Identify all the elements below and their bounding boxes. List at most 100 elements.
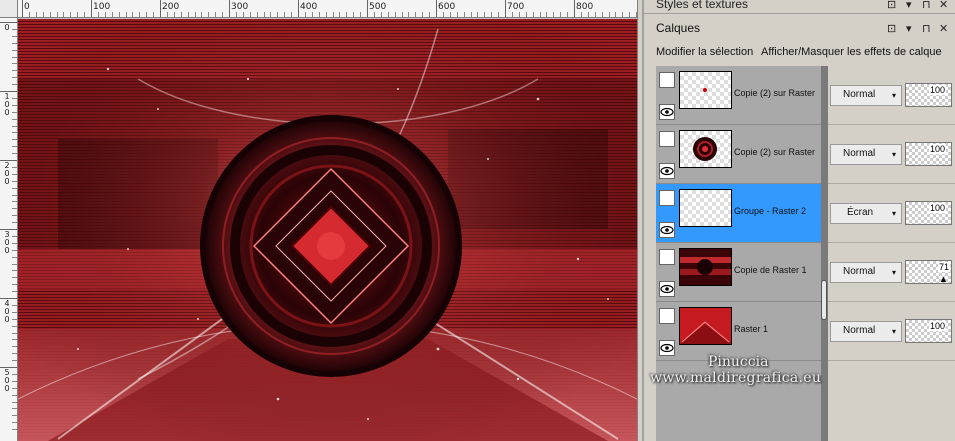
ruler-tick xyxy=(429,12,431,17)
ruler-tick xyxy=(256,12,258,17)
ruler-tick xyxy=(408,12,410,17)
float-icon[interactable]: ⊡ xyxy=(887,0,896,11)
layers-palette-titlebar[interactable]: Calques ⊡ ▾ ⊓ ✕ xyxy=(644,15,955,41)
canvas-image[interactable] xyxy=(18,19,637,441)
modify-selection-link[interactable]: Modifier la sélection xyxy=(656,46,753,58)
chevron-down-icon[interactable]: ▾ xyxy=(906,23,912,35)
blend-mode-select[interactable]: Normal ▾ xyxy=(830,144,902,165)
ruler-tick xyxy=(580,12,582,17)
ruler-tick xyxy=(449,12,451,17)
eye-icon[interactable] xyxy=(659,222,675,238)
ruler-tick xyxy=(160,0,161,17)
opacity-slider[interactable]: 71 ▲ xyxy=(905,260,952,284)
eye-icon[interactable] xyxy=(659,163,675,179)
ruler-tick xyxy=(553,12,555,17)
ruler-tick xyxy=(166,12,168,17)
blend-mode-select[interactable]: Normal ▾ xyxy=(830,262,902,283)
ruler-tick xyxy=(91,0,92,17)
ruler-label: 0 xyxy=(4,23,10,32)
layer-row[interactable]: Copie (2) sur Raster xyxy=(656,125,821,184)
opacity-slider[interactable]: 100 xyxy=(905,142,952,166)
chevron-down-icon: ▾ xyxy=(891,91,896,100)
ruler-tick xyxy=(318,12,320,17)
styles-palette-titlebar[interactable]: Styles et textures ⊡ ▾ ⊓ ✕ xyxy=(644,0,955,14)
ruler-tick xyxy=(97,12,99,17)
ruler-label: 0 xyxy=(24,2,30,12)
ruler-label: 200 xyxy=(162,2,180,12)
layer-thumbnail xyxy=(679,189,732,227)
pin-icon[interactable]: ⊓ xyxy=(922,0,931,11)
eye-icon[interactable] xyxy=(659,104,675,120)
ruler-tick xyxy=(194,12,196,17)
ruler-label: 200 xyxy=(4,161,10,186)
ruler-tick xyxy=(511,12,513,17)
opacity-slider[interactable]: 100 xyxy=(905,319,952,343)
eye-icon[interactable] xyxy=(659,340,675,356)
ruler-tick xyxy=(28,12,30,17)
ruler-tick xyxy=(311,12,313,17)
ruler-tick xyxy=(608,12,610,17)
ruler-tick xyxy=(173,12,175,17)
layer-row-selected[interactable]: Groupe - Raster 2 xyxy=(656,184,821,243)
ruler-tick xyxy=(242,12,244,17)
blend-mode-select[interactable]: Normal ▾ xyxy=(830,85,902,106)
ruler-tick xyxy=(263,12,265,17)
ruler-label: 500 xyxy=(4,368,10,393)
opacity-slider[interactable]: 100 xyxy=(905,83,952,107)
lock-icon[interactable] xyxy=(659,131,675,147)
ruler-tick xyxy=(118,12,120,17)
float-icon[interactable]: ⊡ xyxy=(887,23,896,35)
chevron-down-icon[interactable]: ▾ xyxy=(906,0,912,11)
ruler-tick xyxy=(373,12,375,17)
toggle-effects-link[interactable]: Afficher/Masquer les effets de calque xyxy=(761,46,942,58)
ruler-tick xyxy=(615,12,617,17)
close-icon[interactable]: ✕ xyxy=(939,0,948,11)
chevron-down-icon: ▾ xyxy=(891,209,896,218)
layer-props-row: Normal ▾ 100 xyxy=(828,125,955,184)
layer-row[interactable]: Raster 1 xyxy=(656,302,821,361)
ruler-label: 700 xyxy=(507,2,525,12)
lock-icon[interactable] xyxy=(659,72,675,88)
ruler-tick xyxy=(387,12,389,17)
lock-icon[interactable] xyxy=(659,190,675,206)
layer-thumbnail xyxy=(679,71,732,109)
ruler-tick xyxy=(594,12,596,17)
palette-panel: Styles et textures ⊡ ▾ ⊓ ✕ Calques ⊡ ▾ ⊓… xyxy=(642,0,955,441)
ruler-tick xyxy=(456,12,458,17)
ruler-tick xyxy=(325,12,327,17)
pin-icon[interactable]: ⊓ xyxy=(922,23,931,35)
opacity-slider[interactable]: 100 xyxy=(905,201,952,225)
layer-row[interactable]: Copie (2) sur Raster xyxy=(656,66,821,125)
ruler-label: 400 xyxy=(300,2,318,12)
layer-props-row: Normal ▾ 71 ▲ xyxy=(828,243,955,302)
top-ruler[interactable]: 0 100 200 300 400 500 600 700 800 xyxy=(18,0,638,18)
eye-icon[interactable] xyxy=(659,281,675,297)
blend-mode-select[interactable]: Écran ▾ xyxy=(830,203,902,224)
lock-icon[interactable] xyxy=(659,249,675,265)
blend-mode-value: Normal xyxy=(843,325,876,336)
ruler-label: 100 xyxy=(93,2,111,12)
ruler-tick xyxy=(284,12,286,17)
left-ruler[interactable]: 0 100 200 300 400 500 xyxy=(0,18,18,441)
ruler-tick xyxy=(470,12,472,17)
chevron-down-icon: ▾ xyxy=(891,150,896,159)
splitter-grip[interactable] xyxy=(821,280,827,320)
ruler-tick xyxy=(498,12,500,17)
layer-splitter[interactable] xyxy=(821,66,828,441)
ruler-tick xyxy=(525,12,527,17)
ruler-tick xyxy=(353,12,355,17)
blend-mode-select[interactable]: Normal ▾ xyxy=(830,321,902,342)
close-icon[interactable]: ✕ xyxy=(939,23,948,35)
layer-props-row: Normal ▾ 100 xyxy=(828,66,955,125)
ruler-tick xyxy=(42,12,44,17)
layer-name: Raster 1 xyxy=(734,324,769,334)
ruler-label: 300 xyxy=(4,230,10,255)
ruler-tick xyxy=(139,12,141,17)
ruler-tick xyxy=(442,12,444,17)
slider-marker-icon[interactable]: ▲ xyxy=(939,274,948,284)
ruler-tick xyxy=(298,0,299,17)
ruler-tick xyxy=(491,12,493,17)
layer-row[interactable]: Copie de Raster 1 xyxy=(656,243,821,302)
lock-icon[interactable] xyxy=(659,308,675,324)
ruler-tick xyxy=(505,0,506,17)
